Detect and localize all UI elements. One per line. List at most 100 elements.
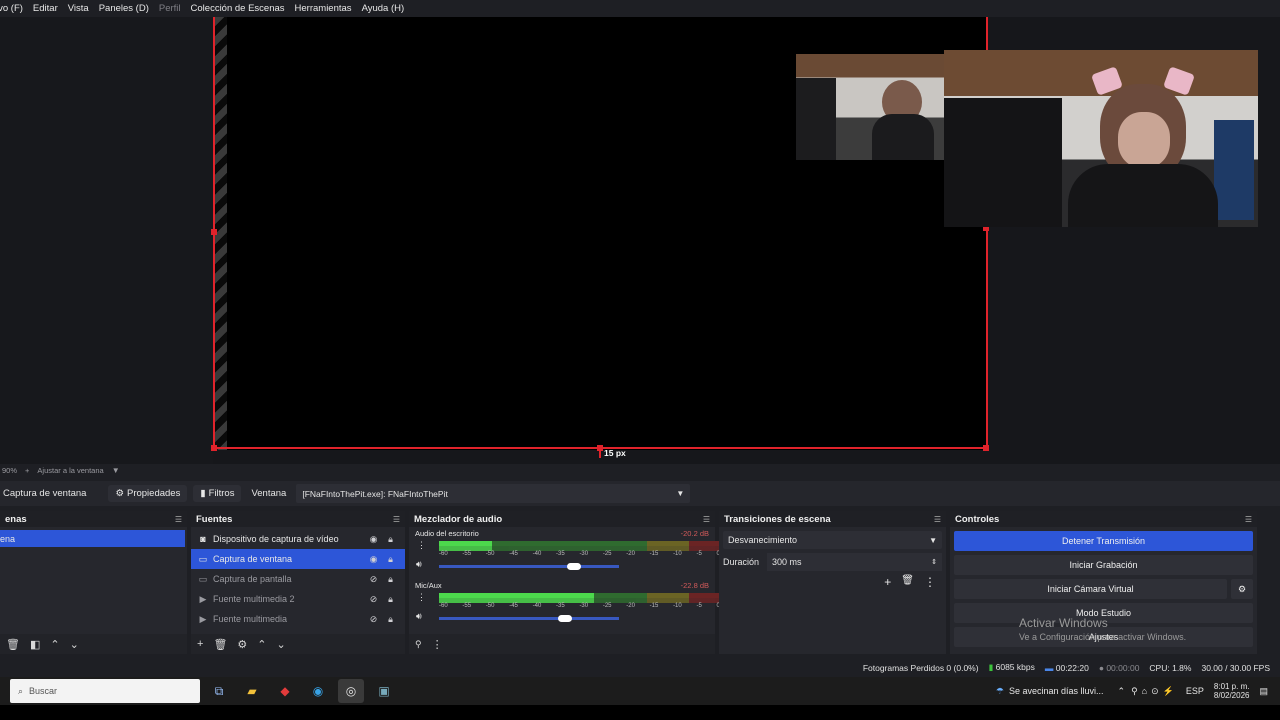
- start-virtual-camera-button[interactable]: Iniciar Cámara Virtual: [954, 579, 1227, 599]
- trash-icon[interactable]: 🗑: [901, 575, 914, 589]
- duration-spinbox[interactable]: 300 ms ⇕: [767, 553, 942, 571]
- window-select[interactable]: [FNaFIntoThePit.exe]: FNaFIntoThePit ▼: [296, 484, 691, 503]
- dock-menu-icon[interactable]: ☰: [703, 515, 710, 524]
- tray-chevron-icon[interactable]: ⌃: [1118, 686, 1126, 697]
- trash-icon[interactable]: 🗑: [213, 638, 227, 651]
- plus-icon[interactable]: +: [25, 466, 29, 475]
- virtual-camera-settings-button[interactable]: ⚙: [1231, 579, 1253, 599]
- language-indicator[interactable]: ESP: [1186, 686, 1204, 696]
- gear-icon[interactable]: ⚙: [237, 638, 247, 651]
- properties-button[interactable]: ⚙ Propiedades: [108, 485, 188, 502]
- source-item-screen-capture[interactable]: ▭ Captura de pantalla ⊘ 🔒︎: [191, 569, 405, 589]
- move-up-icon[interactable]: ⌃: [50, 638, 59, 651]
- dock-menu-icon[interactable]: ☰: [393, 515, 400, 524]
- preview-area[interactable]: 15 px: [0, 17, 1280, 464]
- clock[interactable]: 8:01 p. m. 8/02/2026: [1214, 682, 1250, 700]
- menu-tools[interactable]: Herramientas: [290, 3, 357, 14]
- file-explorer-icon[interactable]: ▰: [239, 679, 265, 703]
- menu-scene-collection[interactable]: Colección de Escenas: [186, 3, 290, 14]
- resize-handle-bottom-right[interactable]: [983, 445, 989, 451]
- app-red-icon[interactable]: ◆: [272, 679, 298, 703]
- menu-docks[interactable]: Paneles (D): [94, 3, 154, 14]
- source-item-media-2[interactable]: ▶ Fuente multimedia 2 ⊘ 🔒︎: [191, 589, 405, 609]
- lock-icon[interactable]: 🔒︎: [382, 594, 399, 605]
- weather-icon[interactable]: ☂: [996, 686, 1004, 697]
- speaker-icon[interactable]: 🔊︎: [416, 611, 422, 622]
- resize-handle-bottom-left[interactable]: [211, 445, 217, 451]
- filter-icon: ▮: [200, 488, 206, 499]
- speaker-icon[interactable]: 🔊︎: [416, 559, 422, 570]
- lock-icon[interactable]: 🔒︎: [382, 554, 399, 565]
- menu-file[interactable]: ivo (F): [0, 3, 28, 14]
- controls-title: Controles: [955, 513, 1000, 525]
- status-bar: Fotogramas Perdidos 0 (0.0%) ▮ 6085 kbps…: [0, 659, 1280, 676]
- fit-to-window[interactable]: Ajustar a la ventana: [37, 466, 103, 475]
- obs-icon[interactable]: ◎: [338, 679, 364, 703]
- mixer-channel-mic: Mic/Aux -22.8 dB ⋮ -60 -55 -50 -45 -40 -35 -30-…: [409, 579, 720, 631]
- move-up-icon[interactable]: ⌃: [257, 638, 266, 651]
- scene-item[interactable]: ena: [0, 530, 185, 547]
- filters-button[interactable]: ▮ Filtros: [193, 485, 242, 502]
- sources-toolbar: + 🗑 ⚙ ⌃ ⌄: [191, 634, 405, 654]
- resize-handle-left[interactable]: [211, 229, 217, 235]
- start-recording-button[interactable]: Iniciar Grabación: [954, 555, 1253, 575]
- eye-icon[interactable]: ◉: [365, 554, 382, 565]
- play-icon: ▶: [199, 593, 207, 604]
- kebab-icon[interactable]: ⋮: [417, 540, 426, 551]
- signal-icon: ▮: [988, 662, 994, 672]
- lock-icon[interactable]: 🔒︎: [382, 574, 399, 585]
- link-icon[interactable]: ⚲: [415, 639, 422, 650]
- dock-menu-icon[interactable]: ☰: [175, 515, 182, 524]
- webcam-feed-large: [944, 50, 1258, 227]
- fps: 30.00 / 30.00 FPS: [1201, 662, 1270, 673]
- edge-icon[interactable]: ◉: [305, 679, 331, 703]
- menu-help[interactable]: Ayuda (H): [357, 3, 410, 14]
- kebab-icon[interactable]: ⋮: [417, 592, 426, 603]
- menu-view[interactable]: Vista: [63, 3, 94, 14]
- channel-db: -22.8 dB: [680, 581, 709, 590]
- notifications-icon[interactable]: ▤: [1259, 686, 1268, 697]
- tray-icons[interactable]: ⚲⌂⊙⚡: [1131, 686, 1178, 697]
- eye-hidden-icon[interactable]: ⊘: [365, 594, 382, 605]
- lock-icon[interactable]: 🔒︎: [382, 534, 399, 545]
- volume-slider-knob[interactable]: [558, 615, 572, 622]
- add-icon[interactable]: +: [884, 575, 891, 589]
- menu-edit[interactable]: Editar: [28, 3, 63, 14]
- channel-db: -20.2 dB: [680, 529, 709, 538]
- source-item-video-capture[interactable]: ◙ Dispositivo de captura de vídeo ◉ 🔒︎: [191, 529, 405, 549]
- task-view-icon[interactable]: ⧉: [206, 679, 232, 703]
- source-item-window-capture[interactable]: ▭ Captura de ventana ◉ 🔒︎: [191, 549, 405, 569]
- kebab-icon[interactable]: ⋮: [924, 575, 936, 589]
- taskbar-search[interactable]: ⌕ Buscar: [10, 679, 200, 703]
- source-item-media[interactable]: ▶ Fuente multimedia ⊘ 🔒︎: [191, 609, 405, 629]
- sources-dock: Fuentes ☰ ◙ Dispositivo de captura de víd…: [191, 511, 405, 654]
- window-label: Ventana: [251, 488, 287, 499]
- eye-hidden-icon[interactable]: ⊘: [365, 614, 382, 625]
- activation-watermark: Activar Windows Ve a Configuración para …: [1019, 616, 1187, 642]
- eye-hidden-icon[interactable]: ⊘: [365, 574, 382, 585]
- lock-icon[interactable]: 🔒︎: [382, 614, 399, 625]
- volume-slider[interactable]: [439, 615, 619, 622]
- transition-select[interactable]: Desvanecimiento ▼: [723, 531, 942, 549]
- move-down-icon[interactable]: ⌄: [277, 638, 286, 651]
- kebab-icon[interactable]: ⋮: [432, 638, 443, 651]
- eye-icon[interactable]: ◉: [365, 534, 382, 545]
- filter-icon[interactable]: ◧: [30, 638, 40, 651]
- dock-menu-icon[interactable]: ☰: [934, 515, 941, 524]
- volume-slider[interactable]: [439, 563, 619, 570]
- volume-slider-knob[interactable]: [567, 563, 581, 570]
- weather-text[interactable]: Se avecinan días lluvi...: [1009, 686, 1104, 696]
- zoom-level[interactable]: 90%: [2, 466, 17, 475]
- move-down-icon[interactable]: ⌄: [70, 638, 79, 651]
- search-icon: ⌕: [18, 685, 24, 696]
- add-icon[interactable]: +: [197, 638, 203, 650]
- dock-menu-icon[interactable]: ☰: [1245, 515, 1252, 524]
- sources-title: Fuentes: [196, 513, 233, 525]
- chevron-down-icon[interactable]: ▼: [112, 466, 120, 475]
- stop-streaming-button[interactable]: Detener Transmisión: [954, 531, 1253, 551]
- menu-profile[interactable]: Perfil: [154, 3, 186, 14]
- game-icon[interactable]: ▣: [371, 679, 397, 703]
- trash-icon[interactable]: 🗑: [6, 638, 20, 651]
- mixer-title: Mezclador de audio: [414, 513, 503, 525]
- spin-arrows-icon[interactable]: ⇕: [931, 558, 937, 566]
